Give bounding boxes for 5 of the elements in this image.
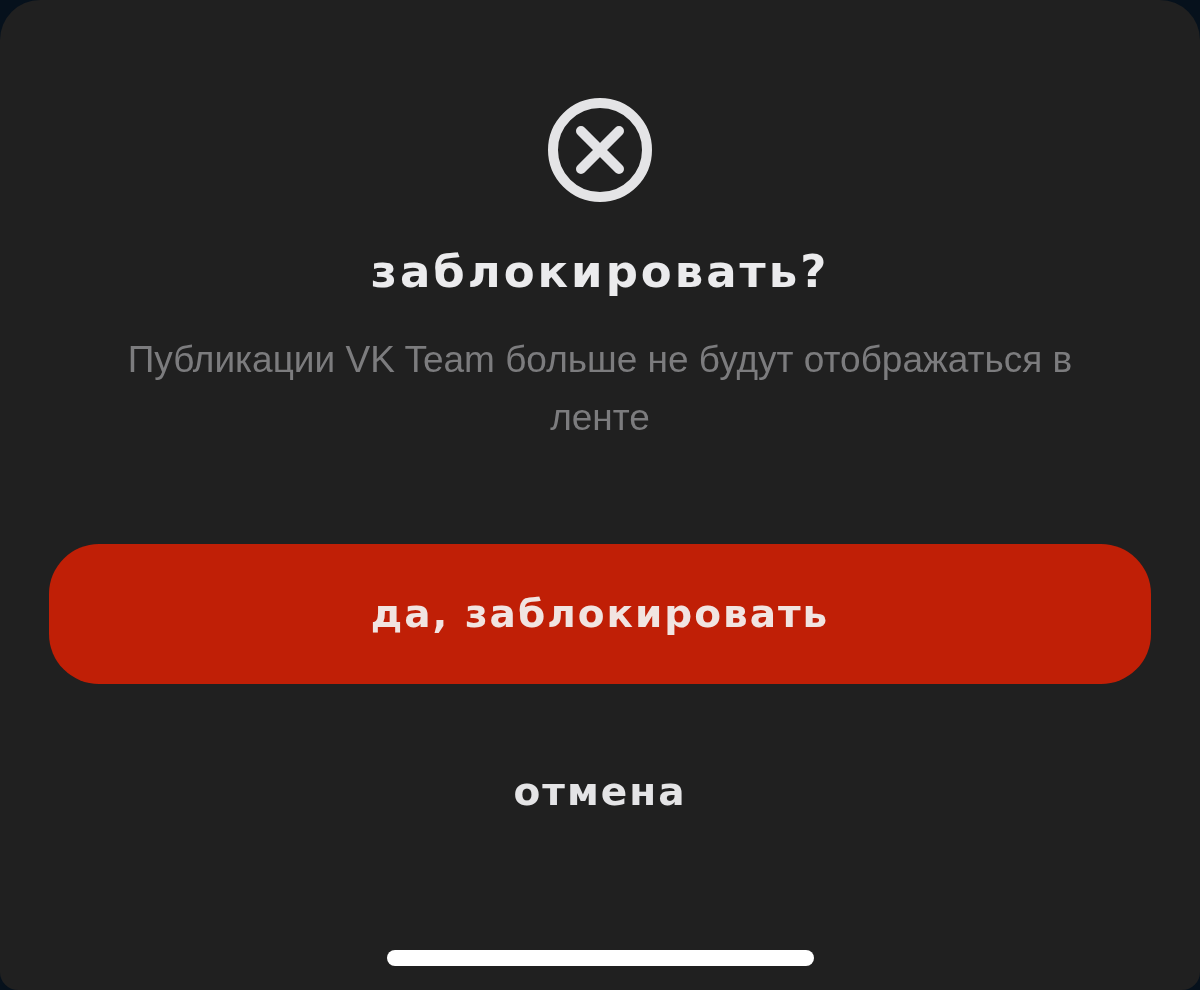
dialog-message: Публикации VK Team больше не будут отображаться в ленте xyxy=(126,338,1074,440)
cancel-button[interactable]: отмена xyxy=(507,766,693,818)
close-circle-icon xyxy=(548,98,652,202)
confirm-button[interactable]: да, заблокировать xyxy=(49,544,1151,684)
dialog-title: заблокировать? xyxy=(370,246,830,298)
